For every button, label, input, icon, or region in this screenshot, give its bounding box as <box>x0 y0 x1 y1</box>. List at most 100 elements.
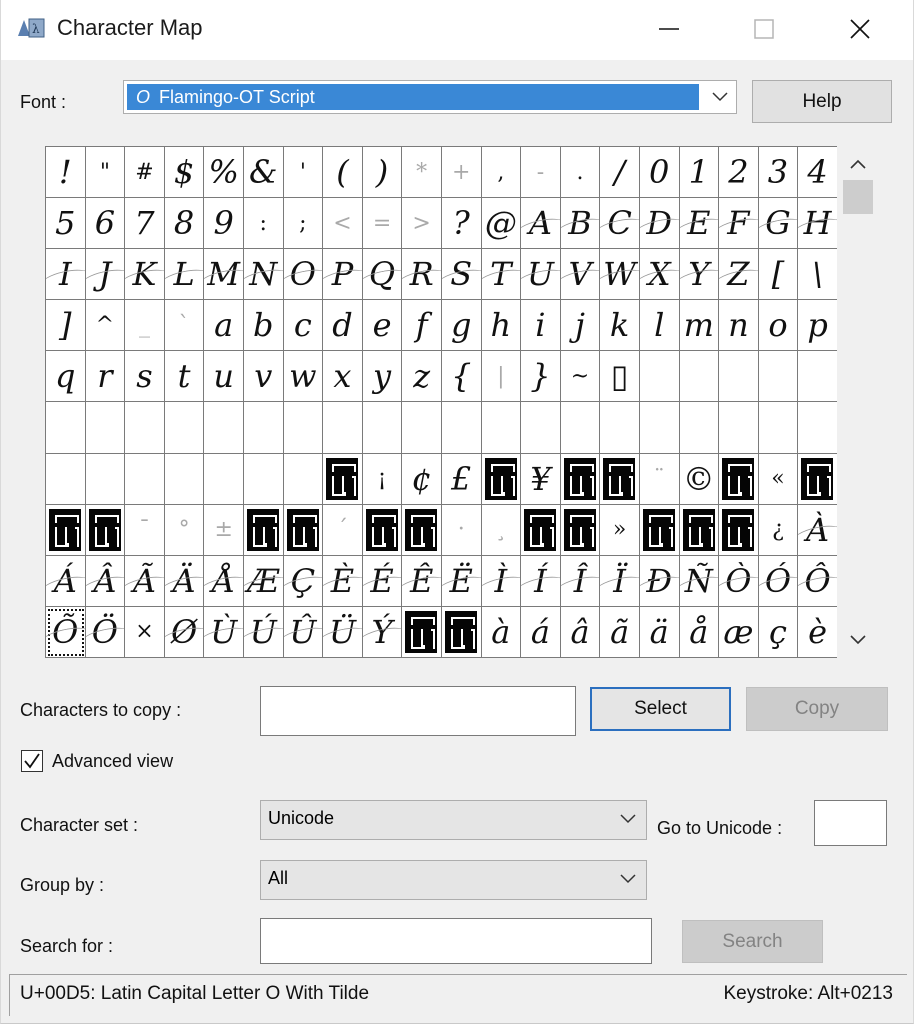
character-cell[interactable]: Q <box>362 249 403 301</box>
character-cell[interactable]: Ç <box>283 555 324 607</box>
character-cell[interactable]: T <box>481 249 522 301</box>
character-cell-undefined-glyph[interactable] <box>600 453 640 505</box>
character-cell[interactable]: U <box>521 249 561 301</box>
character-cell[interactable]: 1 <box>679 147 720 199</box>
character-cell[interactable]: w <box>283 351 324 403</box>
character-cell[interactable]: z <box>402 351 442 403</box>
character-cell[interactable]: J <box>85 249 126 301</box>
character-cell[interactable] <box>402 402 442 454</box>
character-cell[interactable] <box>323 402 363 454</box>
character-cell[interactable]: Ð <box>639 555 680 607</box>
character-cell[interactable]: c <box>283 300 324 352</box>
character-cell[interactable]: # <box>125 147 165 199</box>
character-cell[interactable]: ~ <box>560 351 601 403</box>
character-cell[interactable] <box>164 402 205 454</box>
scroll-up-icon[interactable] <box>849 158 867 170</box>
maximize-button[interactable] <box>718 0 810 58</box>
character-cell[interactable]: Æ <box>243 555 284 607</box>
character-cell[interactable]: v <box>243 351 284 403</box>
character-cell[interactable]: » <box>600 504 640 556</box>
character-cell[interactable]: Y <box>679 249 720 301</box>
character-cell[interactable]: à <box>481 606 522 658</box>
character-cell[interactable] <box>243 402 284 454</box>
character-cell[interactable]: 9 <box>204 198 244 250</box>
character-cell[interactable]: ; <box>283 198 324 250</box>
character-cell[interactable]: < <box>323 198 363 250</box>
character-cell[interactable]: P <box>323 249 363 301</box>
character-cell[interactable]: , <box>481 147 522 199</box>
character-cell[interactable]: Å <box>204 555 244 607</box>
character-cell[interactable] <box>46 453 86 505</box>
character-cell[interactable]: È <box>323 555 363 607</box>
character-grid[interactable]: ! " # $% & ' () * +, -. / 0 1 2 3 4 5 6 7 8 9:; < = >? @ A B C D E F G H… <box>45 146 838 658</box>
character-cell[interactable]: ¡ <box>362 453 403 505</box>
character-cell[interactable]: ¢ <box>402 453 442 505</box>
character-cell[interactable]: £ <box>441 453 482 505</box>
character-cell[interactable]: V <box>560 249 601 301</box>
character-cell[interactable]: Ö <box>85 606 126 658</box>
character-cell[interactable]: ] <box>46 300 86 352</box>
character-cell[interactable]: O <box>283 249 324 301</box>
grid-scrollbar[interactable] <box>837 146 879 658</box>
character-cell[interactable]: & <box>243 147 284 199</box>
character-cell[interactable] <box>719 351 759 403</box>
character-cell[interactable]: C <box>600 198 640 250</box>
character-cell[interactable] <box>481 402 522 454</box>
character-cell[interactable] <box>758 351 799 403</box>
character-cell[interactable]: _ <box>125 300 165 352</box>
character-cell[interactable]: Ú <box>243 606 284 658</box>
character-cell[interactable] <box>125 402 165 454</box>
character-cell[interactable]: + <box>441 147 482 199</box>
character-cell[interactable] <box>639 351 680 403</box>
character-cell[interactable]: Ñ <box>679 555 720 607</box>
character-cell[interactable] <box>521 402 561 454</box>
character-cell[interactable] <box>600 402 640 454</box>
character-cell[interactable] <box>441 402 482 454</box>
character-cell-undefined-glyph[interactable] <box>679 504 720 556</box>
character-cell[interactable]: $ <box>164 147 205 199</box>
character-cell[interactable] <box>679 351 720 403</box>
character-cell[interactable]: i <box>521 300 561 352</box>
character-cell-undefined-glyph[interactable] <box>402 606 442 658</box>
character-cell[interactable]: X <box>639 249 680 301</box>
close-button[interactable] <box>814 0 906 58</box>
character-cell-undefined-glyph[interactable] <box>798 453 838 505</box>
character-set-dropdown[interactable]: Unicode <box>260 800 647 840</box>
character-cell[interactable] <box>204 402 244 454</box>
character-cell[interactable]: · <box>441 504 482 556</box>
character-cell[interactable]: . <box>560 147 601 199</box>
character-cell[interactable]: I <box>46 249 86 301</box>
character-cell[interactable]: r <box>85 351 126 403</box>
character-cell[interactable]: e <box>362 300 403 352</box>
character-cell[interactable]: u <box>204 351 244 403</box>
character-cell[interactable]: Û <box>283 606 324 658</box>
character-cell[interactable]: Ì <box>481 555 522 607</box>
character-cell[interactable]: A <box>521 198 561 250</box>
character-cell[interactable]: ã <box>600 606 640 658</box>
copy-button[interactable]: Copy <box>746 687 888 731</box>
character-cell[interactable]: > <box>402 198 442 250</box>
character-cell[interactable] <box>283 402 324 454</box>
character-cell[interactable]: ) <box>362 147 403 199</box>
character-cell-undefined-glyph[interactable] <box>243 504 284 556</box>
character-cell[interactable]: Î <box>560 555 601 607</box>
character-cell[interactable]: F <box>719 198 759 250</box>
character-cell[interactable]: æ <box>719 606 759 658</box>
character-cell[interactable]: 2 <box>719 147 759 199</box>
character-cell[interactable] <box>560 402 601 454</box>
characters-to-copy-input[interactable] <box>260 686 576 736</box>
character-cell[interactable]: Ô <box>798 555 838 607</box>
character-cell[interactable]: @ <box>481 198 522 250</box>
scroll-down-icon[interactable] <box>849 634 867 646</box>
character-cell-undefined-glyph[interactable] <box>521 504 561 556</box>
character-cell[interactable]: = <box>362 198 403 250</box>
character-cell-undefined-glyph[interactable] <box>46 504 86 556</box>
character-cell[interactable]: ( <box>323 147 363 199</box>
character-cell[interactable]: ! <box>46 147 86 199</box>
character-cell[interactable]: o <box>758 300 799 352</box>
character-cell[interactable]: m <box>679 300 720 352</box>
character-cell[interactable]: n <box>719 300 759 352</box>
character-cell[interactable]: t <box>164 351 205 403</box>
character-cell[interactable]: j <box>560 300 601 352</box>
character-cell[interactable]: ¥ <box>521 453 561 505</box>
